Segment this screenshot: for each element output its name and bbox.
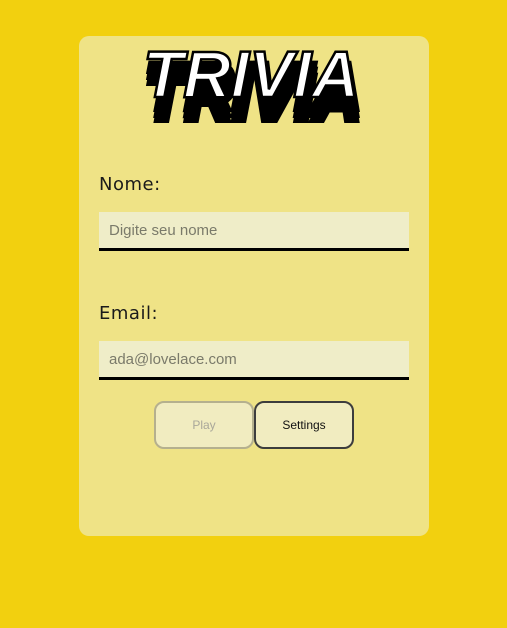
login-card: TRIVIA TRIVIA TRIVIA TRIVIA Nome: Email:… [79, 36, 429, 536]
play-button[interactable]: Play [154, 401, 254, 449]
trivia-logo: TRIVIA TRIVIA TRIVIA TRIVIA [142, 45, 361, 123]
trivia-logo-text: TRIVIA [143, 45, 359, 111]
name-label: Nome: [99, 174, 161, 195]
settings-button[interactable]: Settings [254, 401, 354, 449]
name-input[interactable] [99, 212, 409, 251]
email-label: Email: [99, 303, 159, 324]
email-input[interactable] [99, 341, 409, 380]
